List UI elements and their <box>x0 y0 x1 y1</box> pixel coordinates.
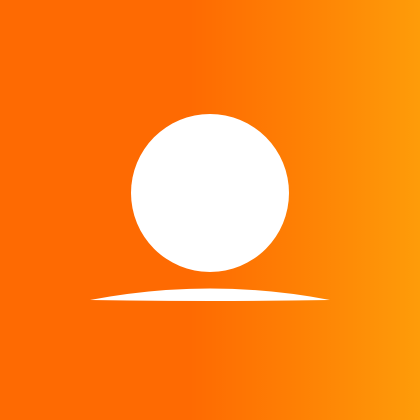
sunrise-logo-icon <box>90 114 330 301</box>
horizon-line <box>90 288 330 301</box>
app-icon-tile <box>0 0 420 420</box>
sun-disc <box>131 114 289 272</box>
